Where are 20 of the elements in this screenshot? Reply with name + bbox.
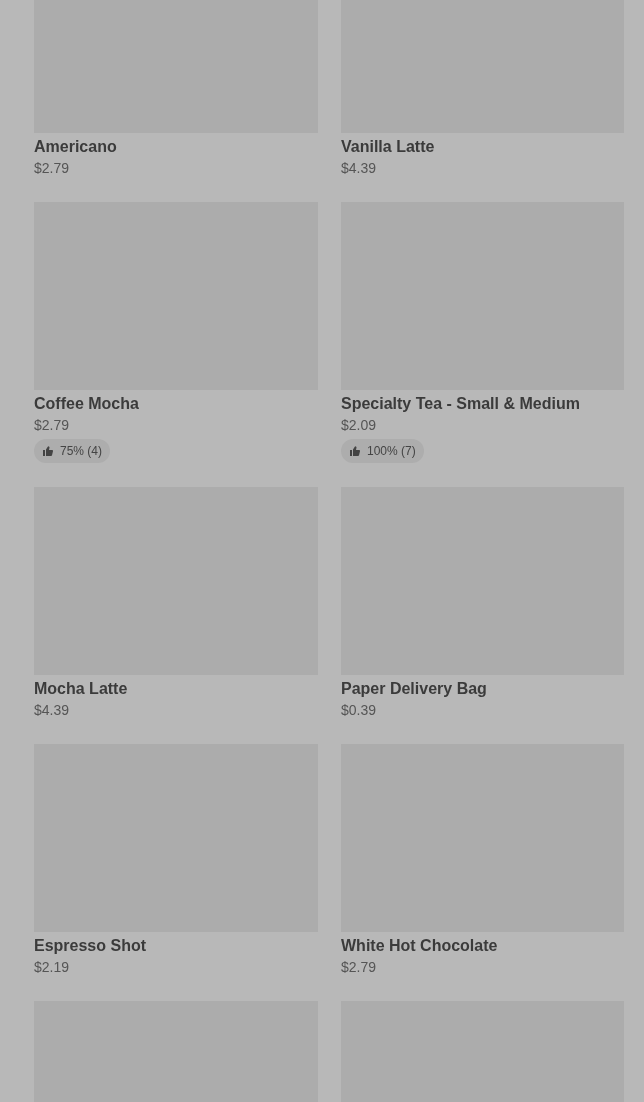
- product-price: $2.09: [341, 416, 378, 435]
- product-name[interactable]: White Hot Chocolate: [341, 935, 624, 957]
- product-price: $2.79: [34, 159, 71, 178]
- product-price: $2.19: [34, 958, 71, 977]
- product-price: $2.79: [341, 958, 378, 977]
- product-name[interactable]: Espresso Shot: [34, 935, 318, 957]
- product-name[interactable]: Paper Delivery Bag: [341, 678, 624, 700]
- thumbs-up-icon: [349, 445, 361, 457]
- product-name[interactable]: Mocha Latte: [34, 678, 318, 700]
- product-price: $4.39: [34, 701, 71, 720]
- product-name[interactable]: Coffee Mocha: [34, 393, 318, 415]
- thumbs-up-icon: [42, 445, 54, 457]
- product-price: $2.79: [34, 416, 71, 435]
- product-name[interactable]: Vanilla Latte: [341, 136, 624, 158]
- product-name[interactable]: Americano: [34, 136, 318, 158]
- product-price: $0.39: [341, 701, 378, 720]
- rating-text: 75% (4): [60, 443, 103, 460]
- product-name[interactable]: Specialty Tea - Small & Medium: [341, 393, 624, 415]
- product-price: $4.39: [341, 159, 378, 178]
- rating-text: 100% (7): [367, 443, 416, 460]
